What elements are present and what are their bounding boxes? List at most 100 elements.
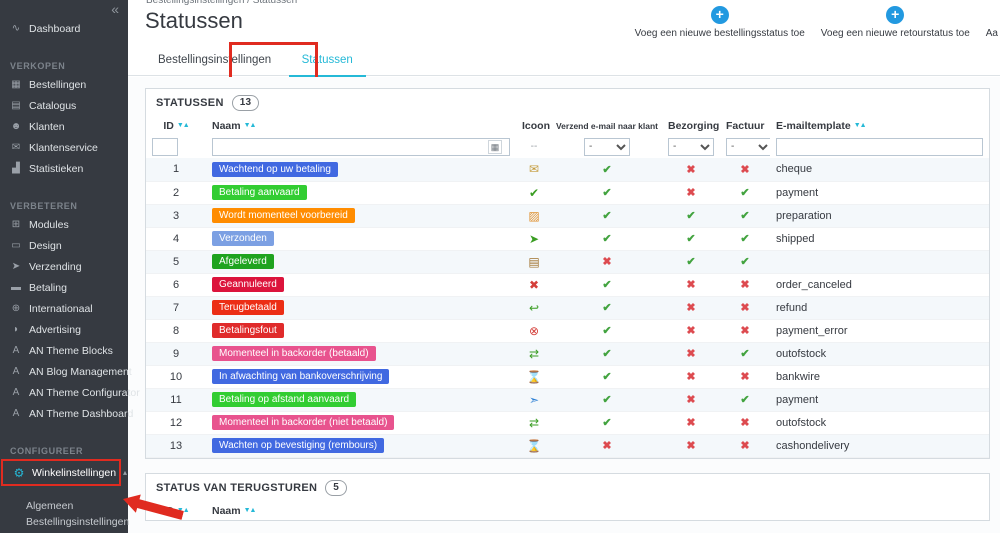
panel-header: STATUS VAN TERUGSTUREN 5 — [146, 474, 989, 502]
status-icon: ▤ — [528, 254, 540, 269]
sort-icon[interactable]: ▼▲ — [177, 122, 190, 129]
sidebar-item-label: AN Theme Blocks — [29, 344, 113, 357]
sidebar-item[interactable]: ☻ Klanten — [0, 116, 128, 137]
sidebar-item[interactable]: A AN Theme Configurator — [0, 382, 140, 403]
table-row[interactable]: 5 Afgeleverd ▤ ✖ ✔ ✔ — [146, 250, 989, 273]
email-mark: ✔ — [602, 394, 612, 406]
email-mark: ✔ — [602, 279, 612, 291]
table-row[interactable]: 10 In afwachting van bankoverschrijving … — [146, 365, 989, 388]
name-filter-input[interactable] — [212, 137, 510, 156]
column-label: Naam — [212, 504, 241, 517]
table-row[interactable]: 4 Verzonden ➤ ✔ ✔ ✔ shipped — [146, 227, 989, 250]
sidebar-item-label: AN Theme Configurator — [29, 386, 140, 399]
sidebar-item-label: Verzending — [29, 260, 82, 273]
invoice-mark: ✖ — [740, 440, 750, 452]
status-id: 4 — [172, 232, 180, 245]
status-badge: Wachten op bevestiging (rembours) — [212, 438, 385, 453]
sidebar-item-label: Statistieken — [29, 162, 84, 175]
sidebar-item-icon: A — [12, 345, 20, 356]
sidebar-item-label: Catalogus — [29, 99, 77, 112]
sidebar-item-label: Internationaal — [29, 302, 93, 315]
tab-bestellingsinstellingen[interactable]: Bestellingsinstellingen — [145, 45, 284, 75]
sidebar-item[interactable]: ⊕ Internationaal — [0, 298, 128, 319]
sidebar-item[interactable]: A AN Blog Management — [0, 361, 132, 382]
table-row[interactable]: 8 Betalingsfout ⊗ ✔ ✖ ✖ payment_error — [146, 319, 989, 342]
annotation-box-winkelinstellingen: ⚙ Winkelinstellingen ▴ — [1, 459, 127, 486]
email-mark: ✔ — [602, 348, 612, 360]
email-filter-select[interactable]: - — [584, 137, 630, 156]
table-row[interactable]: 7 Terugbetaald ↩ ✔ ✖ ✖ refund — [146, 296, 989, 319]
email-template: payment_error — [776, 324, 848, 337]
email-mark: ✔ — [602, 302, 612, 314]
sidebar-subitem[interactable]: Algemeen — [0, 498, 128, 514]
sidebar-collapse-icon[interactable]: « — [0, 0, 128, 18]
tab-statussen[interactable]: Statussen — [288, 45, 366, 77]
breadcrumb[interactable]: Bestellingsinstellingen / Statussen — [146, 0, 297, 6]
sidebar-item[interactable]: A AN Theme Dashboard — [0, 403, 134, 424]
statuses-panel: STATUSSEN 13 ID ▼▲ Naam ▼▲ Icoon Verzend… — [145, 88, 990, 459]
status-icon: ➣ — [528, 392, 540, 407]
sidebar-item[interactable]: ➤ Verzending — [0, 256, 128, 277]
email-template: shipped — [776, 232, 815, 245]
sidebar-item[interactable]: ▬ Betaling — [0, 277, 128, 298]
id-filter-input[interactable] — [152, 137, 178, 156]
table-header-row: ID▼▲ Naam▼▲ — [146, 502, 989, 520]
table-row[interactable]: 6 Geannuleerd ✖ ✔ ✖ ✖ order_canceled — [146, 273, 989, 296]
sidebar-item[interactable]: ▤ Catalogus — [0, 95, 128, 116]
email-mark: ✔ — [602, 187, 612, 199]
sidebar-item[interactable]: ✉ Klantenservice — [0, 137, 128, 158]
table-row[interactable]: 13 Wachten op bevestiging (rembours) ⌛ ✖… — [146, 434, 989, 457]
invoice-mark: ✖ — [740, 417, 750, 429]
list-icon[interactable]: ▦ — [488, 139, 502, 154]
sidebar-item-icon: ➤ — [11, 261, 21, 272]
status-icon: ⇄ — [528, 346, 540, 361]
delivery-filter-select[interactable]: - — [668, 137, 714, 156]
email-mark: ✖ — [602, 256, 612, 268]
status-icon: ⊗ — [528, 323, 540, 338]
table-row[interactable]: 3 Wordt momenteel voorbereid ▨ ✔ ✔ ✔ pre… — [146, 204, 989, 227]
template-filter-input[interactable] — [776, 137, 983, 156]
column-header-naam[interactable]: Naam ▼▲ — [206, 117, 516, 135]
sort-icon[interactable]: ▼▲ — [244, 122, 257, 129]
add-order-status-button[interactable]: + Voeg een nieuwe bestellingsstatus toe — [635, 6, 805, 39]
column-header-id[interactable]: ID▼▲ — [146, 117, 206, 135]
sidebar: « ∿ Dashboard VERKOPEN ▦ Bestellingen ▤ … — [0, 0, 140, 533]
sidebar-item[interactable]: ◗ Advertising — [0, 319, 128, 340]
delivery-mark: ✖ — [686, 440, 696, 452]
sidebar-item-winkelinstellingen[interactable]: ⚙ Winkelinstellingen ▴ — [3, 461, 127, 484]
sidebar-item[interactable]: ▭ Design — [0, 235, 128, 256]
column-header-naam[interactable]: Naam ▼▲ — [206, 502, 989, 520]
plus-icon: + — [886, 6, 905, 24]
sidebar-item-dashboard[interactable]: ∿ Dashboard — [0, 18, 128, 39]
add-return-status-button[interactable]: + Voeg een nieuwe retourstatus toe — [821, 6, 970, 39]
sidebar-section-verkopen: VERKOPEN ▦ Bestellingen ▤ Catalogus ☻ Kl… — [0, 39, 128, 179]
table-row[interactable]: 9 Momenteel in backorder (betaald) ⇄ ✔ ✖… — [146, 342, 989, 365]
email-template: refund — [776, 301, 808, 314]
sidebar-subitem[interactable]: Bestellingsinstellingen — [0, 514, 129, 530]
statuses-table: ID ▼▲ Naam ▼▲ Icoon Verzend e-mail naar kl… — [146, 117, 989, 458]
section-title: VERKOPEN — [10, 61, 66, 71]
sort-icon[interactable]: ▼▲ — [244, 507, 257, 514]
table-row[interactable]: 11 Betaling op afstand aanvaard ➣ ✔ ✖ ✔ … — [146, 388, 989, 411]
status-badge: Momenteel in backorder (betaald) — [212, 346, 376, 361]
table-row[interactable]: 1 Wachtend op uw betaling ✉ ✔ ✖ ✖ cheque — [146, 158, 989, 181]
sidebar-item-label: Design — [29, 239, 62, 252]
returns-table: ID▼▲ Naam▼▲ — [146, 502, 989, 520]
sort-icon[interactable]: ▼▲ — [854, 122, 867, 129]
table-row[interactable]: 12 Momenteel in backorder (niet betaald)… — [146, 411, 989, 434]
invoice-mark: ✖ — [740, 279, 750, 291]
status-id: 5 — [172, 255, 180, 268]
column-header-factuur: Factuur — [726, 120, 765, 132]
delivery-mark: ✖ — [686, 187, 696, 199]
invoice-filter-select[interactable]: - — [726, 137, 770, 156]
sidebar-item-icon: ▦ — [11, 79, 21, 90]
sidebar-section-configureer: CONFIGUREER ⚙ Winkelinstellingen ▴ Algem… — [0, 424, 129, 533]
sidebar-item[interactable]: A AN Theme Blocks — [0, 340, 128, 361]
delivery-mark: ✖ — [686, 163, 696, 176]
sidebar-item[interactable]: ⊞ Modules — [0, 214, 128, 235]
column-header-emailtemplate[interactable]: E-mailtemplate ▼▲ — [770, 117, 989, 135]
sidebar-item[interactable]: ▦ Bestellingen — [0, 74, 128, 95]
table-row[interactable]: 2 Betaling aanvaard ✔ ✔ ✖ ✔ payment — [146, 181, 989, 204]
sidebar-item[interactable]: ▟ Statistieken — [0, 158, 128, 179]
column-header-bezorging: Bezorging — [668, 120, 720, 132]
